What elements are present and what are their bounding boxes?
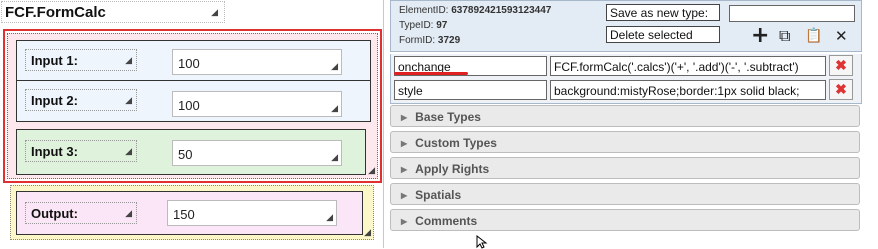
resize-handle-icon[interactable]: ◢ [211,9,218,18]
form-canvas: FCF.FormCalc ◢ Input 1: ◢ 100 ◢ Input 2:… [0,0,384,248]
input-3-label-box[interactable]: Input 3: ◢ [25,140,137,162]
input-3-label: Input 3: [31,144,78,159]
input-2-field[interactable]: 100 ◢ [172,91,342,117]
resize-handle-icon[interactable]: ◢ [125,148,132,157]
output-group[interactable]: Output: ◢ 150 ◢ ◢ [10,185,374,240]
input-1-value: 100 [178,56,200,71]
section-label: Comments [415,214,478,228]
paste-icon[interactable]: 📋 [805,27,822,45]
section-label: Base Types [415,110,481,124]
output-label-box[interactable]: Output: ◢ [25,202,137,224]
resize-handle-icon[interactable]: ◢ [125,97,132,106]
resize-handle-icon[interactable]: ◢ [125,57,132,66]
property-rows: onchange FCF.formCalc('.calcs')('+', '.a… [390,54,862,104]
section-label: Spatials [415,188,462,202]
section-custom-types[interactable]: ▶ Custom Types [390,131,860,153]
element-id-value: 637892421593123447 [451,5,552,16]
input-2-value: 100 [178,98,200,113]
form-title[interactable]: FCF.FormCalc ◢ [1,1,225,23]
section-comments[interactable]: ▶ Comments [390,209,860,231]
input-1-field[interactable]: 100 ◢ [172,49,342,75]
output-value: 150 [173,207,195,222]
expand-arrow-icon: ▶ [401,139,408,148]
highlight-underline [394,72,468,75]
new-type-name-input[interactable] [729,5,855,22]
resize-handle-icon[interactable]: ◢ [364,229,371,238]
resize-handle-icon[interactable]: ◢ [331,63,338,72]
output-box[interactable]: Output: ◢ 150 ◢ [16,191,363,235]
calc-group[interactable]: Input 1: ◢ 100 ◢ Input 2: ◢ 100 ◢ Input … [3,29,382,183]
section-label: Apply Rights [415,162,490,176]
expand-arrow-icon: ▶ [401,191,408,200]
element-id-label: ElementID: [399,5,449,16]
output-label: Output: [31,206,78,221]
input-2-label-box[interactable]: Input 2: ◢ [25,89,137,111]
input-1-label: Input 1: [31,53,78,68]
output-field[interactable]: 150 ◢ [167,200,337,226]
resize-handle-icon[interactable]: ◢ [326,214,333,223]
element-info-panel: ElementID: 637892421593123447 TypeID: 97… [390,0,862,52]
delete-property-icon[interactable]: ✖ [829,55,853,76]
add-icon[interactable]: + [751,25,769,47]
input-1-label-box[interactable]: Input 1: ◢ [25,49,137,71]
input-3-box[interactable]: Input 3: ◢ 50 ◢ [16,129,366,175]
properties-panel: ElementID: 637892421593123447 TypeID: 97… [390,0,878,248]
resize-handle-icon[interactable]: ◢ [331,105,338,114]
input-2-box[interactable]: Input 2: ◢ 100 ◢ [16,80,371,122]
property-name-field[interactable]: style [394,80,547,100]
resize-handle-icon[interactable]: ◢ [331,154,338,163]
input-2-label: Input 2: [31,93,78,108]
resize-handle-icon[interactable]: ◢ [368,167,375,176]
form-id-value: 3729 [437,35,461,46]
section-spatials[interactable]: ▶ Spatials [390,183,860,205]
input-1-box[interactable]: Input 1: ◢ 100 ◢ [16,40,371,82]
type-id-value: 97 [436,20,448,31]
form-id-label: FormID: [399,35,436,46]
section-label: Custom Types [415,136,497,150]
input-3-field[interactable]: 50 ◢ [172,140,342,166]
section-base-types[interactable]: ▶ Base Types [390,105,860,127]
mouse-cursor-icon [476,235,488,249]
type-id-row: TypeID: 97 [399,20,447,31]
type-id-label: TypeID: [399,20,434,31]
form-id-row: FormID: 3729 [399,35,460,46]
form-title-text: FCF.FormCalc [5,4,106,21]
expand-arrow-icon: ▶ [401,217,408,226]
close-icon[interactable]: ✕ [835,27,848,45]
property-value-field[interactable]: background:mistyRose;border:1px solid bl… [550,80,826,100]
resize-handle-icon[interactable]: ◢ [125,210,132,219]
duplicate-icon[interactable]: ⧉ [779,27,790,45]
save-as-new-type-button[interactable]: Save as new type: [606,4,720,21]
expand-arrow-icon: ▶ [401,113,408,122]
input-3-value: 50 [178,147,193,162]
section-apply-rights[interactable]: ▶ Apply Rights [390,157,860,179]
calc-group-inner: Input 1: ◢ 100 ◢ Input 2: ◢ 100 ◢ Input … [7,33,378,179]
expand-arrow-icon: ▶ [401,165,408,174]
delete-property-icon[interactable]: ✖ [829,79,853,100]
delete-selected-button[interactable]: Delete selected [606,26,720,43]
element-id-row: ElementID: 637892421593123447 [399,5,551,16]
property-value-field[interactable]: FCF.formCalc('.calcs')('+', '.add')('-',… [550,56,826,76]
